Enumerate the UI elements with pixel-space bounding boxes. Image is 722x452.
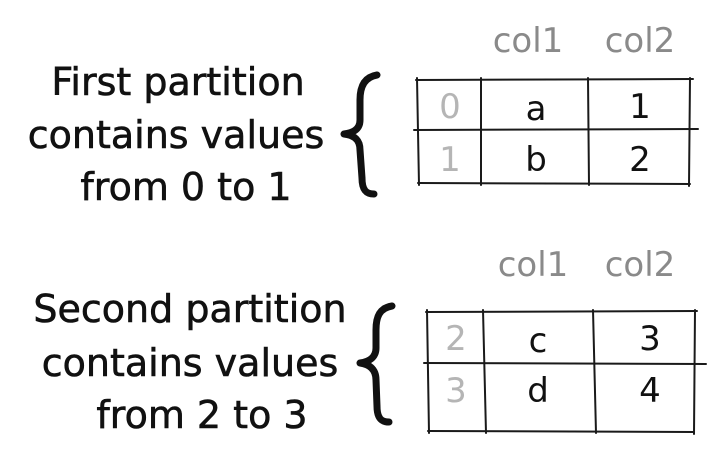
partition-1-caption-line-1: First partition: [51, 60, 304, 104]
partition-1-row-1-col1: a: [526, 89, 547, 129]
partition-2-caption-line-1: Second partition: [33, 287, 346, 331]
partition-2-grid-bottom: [427, 430, 695, 433]
partition-1-row-2-col1: b: [525, 140, 547, 180]
partition-2-row-1-col1: c: [529, 321, 548, 361]
partition-2-col-header-2: col2: [605, 245, 676, 285]
partition-1-grid-mid: [413, 128, 699, 131]
partition-1-row-1-index: 0: [439, 87, 461, 127]
partition-2-grid-left: [426, 309, 430, 434]
partition-2-grid-mid: [423, 362, 707, 365]
partition-2-caption: Second partition contains values from 2 …: [33, 287, 347, 438]
partition-1-caption-line-3: from 0 to 1: [80, 165, 291, 209]
partition-1-row-1: 0 a 1: [439, 87, 651, 129]
partition-2: Second partition contains values from 2 …: [33, 245, 707, 438]
partition-1: First partition contains values from 0 t…: [27, 21, 699, 210]
partition-1-row-2-col2: 2: [629, 140, 651, 180]
partition-2-row-2-col2: 4: [639, 371, 661, 411]
partition-2-grid-col-sep: [592, 309, 597, 434]
partition-2-caption-line-3: from 2 to 3: [96, 393, 307, 437]
partition-diagram: First partition contains values from 0 t…: [27, 21, 707, 438]
partition-2-brace: [356, 302, 396, 426]
partition-2-row-1: 2 c 3: [445, 319, 661, 361]
partition-1-row-1-col2: 1: [629, 87, 651, 127]
partition-1-caption-line-2: contains values: [28, 113, 325, 157]
partition-2-row-1-col2: 3: [639, 319, 661, 359]
partition-2-row-1-index: 2: [445, 319, 467, 359]
partition-1-grid-col-sep: [587, 77, 590, 186]
partition-1-col-header-1: col1: [493, 21, 564, 61]
partition-1-caption: First partition contains values from 0 t…: [27, 60, 325, 210]
partition-1-grid-right: [688, 77, 691, 187]
partition-2-grid-index-sep: [482, 309, 487, 434]
partition-1-row-2: 1 b 2: [439, 140, 651, 180]
partition-2-row-2-index: 3: [445, 371, 467, 411]
partition-2-row-2-col1: d: [527, 371, 549, 411]
partition-2-caption-line-2: contains values: [42, 341, 339, 385]
partition-2-row-2: 3 d 4: [445, 371, 661, 411]
partition-1-row-2-index: 1: [439, 140, 461, 180]
partition-2-col-header-1: col1: [498, 245, 569, 285]
partition-2-grid-top: [425, 310, 698, 313]
partition-1-grid-top: [415, 78, 694, 81]
partition-1-grid-bottom: [417, 182, 691, 185]
partition-1-brace: [340, 71, 381, 198]
partition-1-col-header-2: col2: [605, 21, 676, 61]
partition-1-grid-left: [416, 77, 420, 186]
partition-2-grid-right: [693, 309, 696, 435]
